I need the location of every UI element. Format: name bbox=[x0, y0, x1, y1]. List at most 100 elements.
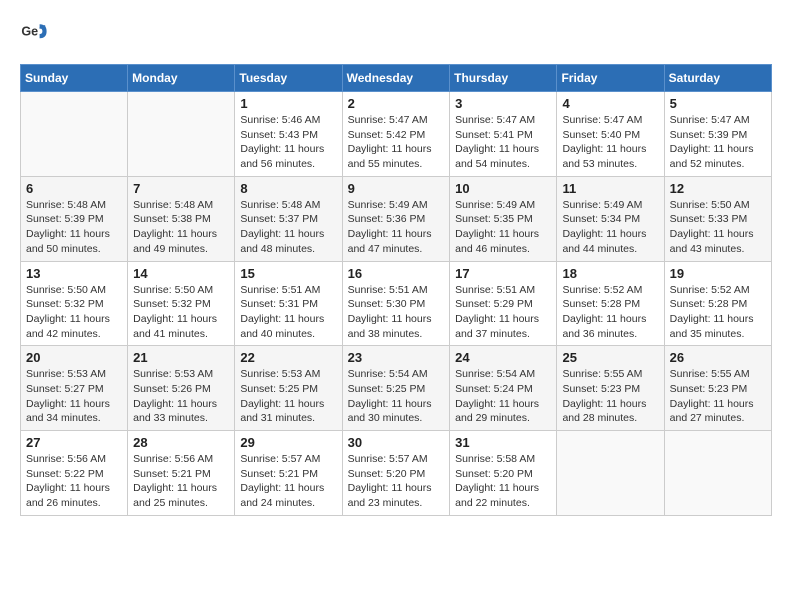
calendar-cell: 22 Sunrise: 5:53 AM Sunset: 5:25 PM Dayli… bbox=[235, 346, 342, 431]
day-info: Sunrise: 5:51 AM Sunset: 5:29 PM Dayligh… bbox=[455, 283, 551, 342]
calendar-cell: 18 Sunrise: 5:52 AM Sunset: 5:28 PM Dayli… bbox=[557, 261, 664, 346]
day-info: Sunrise: 5:55 AM Sunset: 5:23 PM Dayligh… bbox=[562, 367, 658, 426]
calendar-cell bbox=[128, 92, 235, 177]
svg-text:Ge: Ge bbox=[21, 24, 38, 38]
calendar-cell bbox=[21, 92, 128, 177]
calendar-cell: 21 Sunrise: 5:53 AM Sunset: 5:26 PM Dayli… bbox=[128, 346, 235, 431]
calendar-cell: 13Sunrise: 5:50 AM Sunset: 5:32 PM Dayli… bbox=[21, 261, 128, 346]
day-number: 19 bbox=[670, 266, 766, 281]
calendar-cell: 23 Sunrise: 5:54 AM Sunset: 5:25 PM Dayli… bbox=[342, 346, 450, 431]
day-info: Sunrise: 5:57 AM Sunset: 5:21 PM Dayligh… bbox=[240, 452, 336, 511]
day-info: Sunrise: 5:47 AM Sunset: 5:39 PM Dayligh… bbox=[670, 113, 766, 172]
day-info: Sunrise: 5:52 AM Sunset: 5:28 PM Dayligh… bbox=[562, 283, 658, 342]
calendar-week-row: 6Sunrise: 5:48 AM Sunset: 5:39 PM Daylig… bbox=[21, 176, 772, 261]
day-info: Sunrise: 5:54 AM Sunset: 5:24 PM Dayligh… bbox=[455, 367, 551, 426]
day-number: 10 bbox=[455, 181, 551, 196]
calendar-cell: 4 Sunrise: 5:47 AM Sunset: 5:40 PM Daylig… bbox=[557, 92, 664, 177]
calendar-week-row: 13 Sunrise: 5:50 AM Sunset: 5:32 PM Dayli… bbox=[21, 261, 772, 346]
day-number: 2 bbox=[348, 96, 445, 111]
day-info: Sunrise: 5:56 AM Sunset: 5:22 PM Dayligh… bbox=[26, 452, 122, 511]
day-number: 21 bbox=[133, 350, 229, 365]
day-number: 3 bbox=[455, 96, 551, 111]
day-info: Sunrise: 5:55 AM Sunset: 5:23 PM Dayligh… bbox=[670, 367, 766, 426]
calendar-cell: 29 Sunrise: 5:57 AM Sunset: 5:21 PM Dayli… bbox=[235, 431, 342, 516]
day-number: 29 bbox=[240, 435, 336, 450]
day-info: Sunrise: 5:50 AM Sunset: 5:33 PM Dayligh… bbox=[670, 198, 766, 257]
calendar-cell: 20Sunrise: 5:53 AM Sunset: 5:27 PM Dayli… bbox=[21, 346, 128, 431]
day-number: 16 bbox=[348, 266, 445, 281]
day-info: Sunrise: 5:49 AM Sunset: 5:36 PM Dayligh… bbox=[348, 198, 445, 257]
day-info: Sunrise: 5:46 AM Sunset: 5:43 PM Dayligh… bbox=[240, 113, 336, 172]
calendar-cell: 24 Sunrise: 5:54 AM Sunset: 5:24 PM Dayli… bbox=[450, 346, 557, 431]
day-info: Sunrise: 5:48 AM Sunset: 5:37 PM Dayligh… bbox=[240, 198, 336, 257]
calendar-cell: 28Sunrise: 5:56 AM Sunset: 5:21 PM Dayli… bbox=[128, 431, 235, 516]
day-info: Sunrise: 5:50 AM Sunset: 5:32 PM Dayligh… bbox=[133, 283, 229, 342]
day-info: Sunrise: 5:57 AM Sunset: 5:20 PM Dayligh… bbox=[348, 452, 445, 511]
calendar-cell: 12 Sunrise: 5:50 AM Sunset: 5:33 PM Dayli… bbox=[664, 176, 771, 261]
day-info: Sunrise: 5:49 AM Sunset: 5:34 PM Dayligh… bbox=[562, 198, 658, 257]
day-info: Sunrise: 5:51 AM Sunset: 5:30 PM Dayligh… bbox=[348, 283, 445, 342]
calendar-cell: 19 Sunrise: 5:52 AM Sunset: 5:28 PM Dayli… bbox=[664, 261, 771, 346]
calendar-cell: 27 Sunrise: 5:56 AM Sunset: 5:22 PM Dayli… bbox=[21, 431, 128, 516]
day-info: Sunrise: 5:48 AM Sunset: 5:38 PM Dayligh… bbox=[133, 198, 229, 257]
calendar-cell: 8 Sunrise: 5:48 AM Sunset: 5:37 PM Daylig… bbox=[235, 176, 342, 261]
calendar-table: SundayMondayTuesdayWednesdayThursdayFrid… bbox=[20, 64, 772, 516]
weekday-header-friday: Friday bbox=[557, 65, 664, 92]
calendar-cell bbox=[557, 431, 664, 516]
day-number: 18 bbox=[562, 266, 658, 281]
day-info: Sunrise: 5:48 AM Sunset: 5:39 PM Dayligh… bbox=[26, 198, 122, 257]
day-number: 23 bbox=[348, 350, 445, 365]
calendar-cell: 31 Sunrise: 5:58 AM Sunset: 5:20 PM Dayli… bbox=[450, 431, 557, 516]
day-number: 31 bbox=[455, 435, 551, 450]
weekday-header-tuesday: Tuesday bbox=[235, 65, 342, 92]
day-number: 5 bbox=[670, 96, 766, 111]
day-number: 22 bbox=[240, 350, 336, 365]
calendar-cell: 5 Sunrise: 5:47 AM Sunset: 5:39 PM Daylig… bbox=[664, 92, 771, 177]
day-number: 24 bbox=[455, 350, 551, 365]
day-info: Sunrise: 5:54 AM Sunset: 5:25 PM Dayligh… bbox=[348, 367, 445, 426]
calendar-cell: 3 Sunrise: 5:47 AM Sunset: 5:41 PM Daylig… bbox=[450, 92, 557, 177]
calendar-week-row: 27 Sunrise: 5:56 AM Sunset: 5:22 PM Dayli… bbox=[21, 431, 772, 516]
day-number: 4 bbox=[562, 96, 658, 111]
day-number: 9 bbox=[348, 181, 445, 196]
day-info: Sunrise: 5:53 AM Sunset: 5:25 PM Dayligh… bbox=[240, 367, 336, 426]
weekday-header-thursday: Thursday bbox=[450, 65, 557, 92]
calendar-week-row: 20Sunrise: 5:53 AM Sunset: 5:27 PM Dayli… bbox=[21, 346, 772, 431]
day-number: 13 bbox=[26, 266, 122, 281]
day-number: 27 bbox=[26, 435, 122, 450]
day-info: Sunrise: 5:53 AM Sunset: 5:26 PM Dayligh… bbox=[133, 367, 229, 426]
calendar-cell: 1 Sunrise: 5:46 AM Sunset: 5:43 PM Daylig… bbox=[235, 92, 342, 177]
calendar-cell: 17 Sunrise: 5:51 AM Sunset: 5:29 PM Dayli… bbox=[450, 261, 557, 346]
day-number: 28 bbox=[133, 435, 229, 450]
calendar-cell: 14 Sunrise: 5:50 AM Sunset: 5:32 PM Dayli… bbox=[128, 261, 235, 346]
weekday-header-wednesday: Wednesday bbox=[342, 65, 450, 92]
day-number: 8 bbox=[240, 181, 336, 196]
day-number: 15 bbox=[240, 266, 336, 281]
calendar-cell: 2Sunrise: 5:47 AM Sunset: 5:42 PM Daylig… bbox=[342, 92, 450, 177]
logo-icon: Ge bbox=[20, 20, 48, 48]
day-number: 30 bbox=[348, 435, 445, 450]
day-info: Sunrise: 5:58 AM Sunset: 5:20 PM Dayligh… bbox=[455, 452, 551, 511]
calendar-cell: 16 Sunrise: 5:51 AM Sunset: 5:30 PM Dayli… bbox=[342, 261, 450, 346]
logo: Ge bbox=[20, 20, 52, 48]
day-number: 1 bbox=[240, 96, 336, 111]
day-number: 20 bbox=[26, 350, 122, 365]
calendar-cell bbox=[664, 431, 771, 516]
day-info: Sunrise: 5:47 AM Sunset: 5:41 PM Dayligh… bbox=[455, 113, 551, 172]
weekday-header-sunday: Sunday bbox=[21, 65, 128, 92]
day-number: 25 bbox=[562, 350, 658, 365]
calendar-cell: 15Sunrise: 5:51 AM Sunset: 5:31 PM Dayli… bbox=[235, 261, 342, 346]
day-info: Sunrise: 5:52 AM Sunset: 5:28 PM Dayligh… bbox=[670, 283, 766, 342]
day-number: 14 bbox=[133, 266, 229, 281]
day-number: 26 bbox=[670, 350, 766, 365]
day-info: Sunrise: 5:47 AM Sunset: 5:40 PM Dayligh… bbox=[562, 113, 658, 172]
weekday-header-monday: Monday bbox=[128, 65, 235, 92]
weekday-header-row: SundayMondayTuesdayWednesdayThursdayFrid… bbox=[21, 65, 772, 92]
calendar-cell: 9 Sunrise: 5:49 AM Sunset: 5:36 PM Daylig… bbox=[342, 176, 450, 261]
calendar-cell: 26 Sunrise: 5:55 AM Sunset: 5:23 PM Dayli… bbox=[664, 346, 771, 431]
calendar-cell: 6Sunrise: 5:48 AM Sunset: 5:39 PM Daylig… bbox=[21, 176, 128, 261]
calendar-week-row: 1 Sunrise: 5:46 AM Sunset: 5:43 PM Daylig… bbox=[21, 92, 772, 177]
day-info: Sunrise: 5:49 AM Sunset: 5:35 PM Dayligh… bbox=[455, 198, 551, 257]
day-number: 17 bbox=[455, 266, 551, 281]
day-number: 12 bbox=[670, 181, 766, 196]
